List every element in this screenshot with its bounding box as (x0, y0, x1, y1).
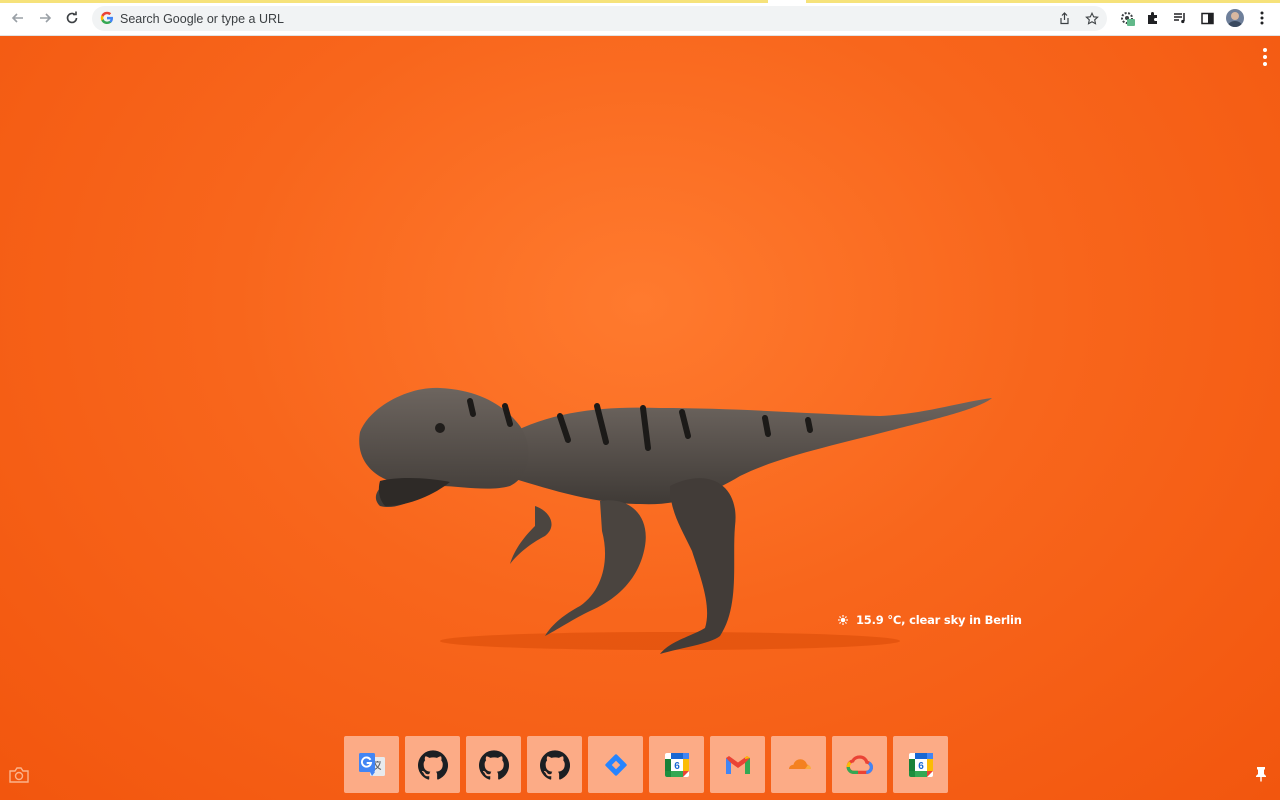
extension-badge (1127, 19, 1135, 26)
new-tab-page: 15.9 °C, clear sky in Berlin 6 6 (0, 36, 1280, 800)
share-button[interactable] (1056, 10, 1073, 27)
sun-icon (838, 615, 848, 625)
loading-bar (806, 0, 1280, 3)
loading-bar (0, 0, 768, 3)
page-menu-button[interactable] (1260, 48, 1270, 66)
share-icon (1060, 12, 1069, 25)
github-icon (539, 749, 570, 780)
calendar-date: 6 (918, 761, 924, 772)
cloudflare-icon (787, 758, 811, 771)
pin-icon[interactable] (1254, 766, 1268, 782)
shortcut-jira[interactable] (588, 736, 643, 793)
puzzle-icon (1148, 12, 1157, 24)
media-button[interactable] (1170, 8, 1190, 28)
github-icon (417, 749, 448, 780)
shortcut-gmail[interactable] (710, 736, 765, 793)
extension-button[interactable] (1117, 8, 1137, 28)
wallpaper-dinosaur (359, 387, 992, 654)
shortcut-github-2[interactable] (466, 736, 521, 793)
jira-icon (604, 753, 627, 776)
back-button[interactable] (8, 8, 28, 28)
omnibox[interactable] (92, 6, 1107, 31)
forward-button[interactable] (35, 8, 55, 28)
shortcut-google-translate[interactable] (344, 736, 399, 793)
menu-icon (1260, 11, 1264, 25)
shortcut-github-3[interactable] (527, 736, 582, 793)
weather-widget: 15.9 °C, clear sky in Berlin (838, 612, 1022, 628)
profile-button[interactable] (1225, 8, 1245, 28)
shortcuts-dock: 6 6 (344, 736, 948, 793)
gmail-icon (725, 755, 750, 774)
back-icon (11, 13, 23, 23)
bookmark-button[interactable] (1083, 10, 1100, 27)
extensions-button[interactable] (1143, 8, 1163, 28)
google-g-icon (100, 11, 113, 24)
omnibox-input[interactable] (120, 8, 1020, 29)
google-cloud-icon (846, 754, 873, 774)
google-calendar-icon: 6 (908, 752, 933, 777)
shortcut-cloudflare[interactable] (771, 736, 826, 793)
shortcut-google-calendar-2[interactable]: 6 (893, 736, 948, 793)
side-panel-button[interactable] (1197, 8, 1217, 28)
github-icon (478, 749, 509, 780)
camera-icon[interactable] (8, 766, 30, 784)
calendar-date: 6 (674, 761, 680, 772)
bookmark-star-icon (1084, 11, 1099, 25)
sidepanel-icon (1200, 12, 1214, 24)
media-icon (1174, 13, 1185, 24)
avatar (1226, 9, 1244, 27)
browser-toolbar (0, 0, 1280, 36)
menu-dot (1263, 48, 1267, 52)
reload-icon (66, 11, 78, 24)
browser-menu-button[interactable] (1252, 8, 1272, 28)
shortcut-google-cloud[interactable] (832, 736, 887, 793)
weather-text: 15.9 °C, clear sky in Berlin (856, 613, 1022, 627)
menu-dot (1263, 55, 1267, 59)
reload-button[interactable] (62, 8, 82, 28)
google-translate-icon (358, 752, 385, 776)
forward-icon (40, 13, 52, 23)
shortcut-google-calendar-1[interactable]: 6 (649, 736, 704, 793)
shortcut-github-1[interactable] (405, 736, 460, 793)
google-calendar-icon: 6 (664, 752, 689, 777)
menu-dot (1263, 62, 1267, 66)
